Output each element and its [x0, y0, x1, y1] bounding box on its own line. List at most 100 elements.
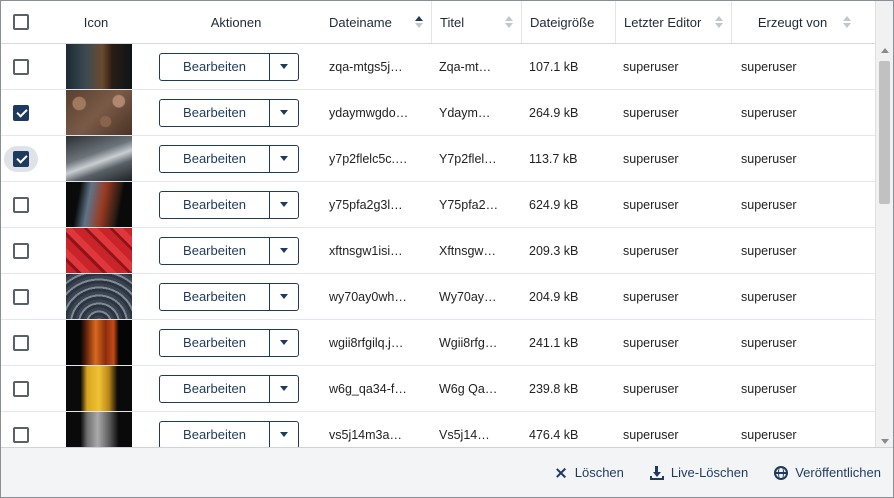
row-filesize: 241.1 kB	[521, 319, 615, 366]
header-filesize[interactable]: Dateigröße	[521, 1, 615, 44]
live-delete-button[interactable]: Live-Löschen	[649, 465, 748, 480]
row-checkbox-wrap[interactable]	[4, 100, 38, 126]
table-row[interactable]: Bearbeiten wy70ay0wh… Wy70ay… 204.9 kB s…	[1, 273, 875, 320]
row-title: Y75pfa2…	[431, 181, 521, 228]
row-select-cell[interactable]	[1, 43, 41, 90]
row-select-cell[interactable]	[1, 89, 41, 136]
table-row[interactable]: Bearbeiten w6g_qa34-f… W6g Qa… 239.8 kB …	[1, 365, 875, 412]
row-checkbox[interactable]	[13, 242, 29, 259]
asset-thumbnail[interactable]	[66, 366, 132, 411]
asset-thumbnail[interactable]	[66, 320, 132, 365]
edit-button[interactable]: Bearbeiten	[160, 421, 270, 448]
asset-thumbnail[interactable]	[66, 44, 132, 89]
row-checkbox-wrap[interactable]	[4, 238, 38, 264]
edit-split-button: Bearbeiten	[159, 374, 299, 403]
edit-split-button: Bearbeiten	[159, 98, 299, 127]
filesize-text: 241.1 kB	[529, 336, 579, 350]
row-title: Wgii8rfg…	[431, 319, 521, 366]
row-filename: wy70ay0wh…	[321, 273, 431, 320]
chevron-down-icon[interactable]	[270, 146, 298, 172]
row-created-by: superuser	[731, 181, 875, 228]
table-row[interactable]: Bearbeiten ydaymwgdo… Ydaym… 264.9 kB su…	[1, 89, 875, 136]
select-all-checkbox[interactable]	[13, 14, 29, 30]
chevron-down-icon[interactable]	[270, 238, 298, 264]
title-text: Wy70ay…	[439, 290, 497, 304]
row-select-cell[interactable]	[1, 135, 41, 182]
asset-thumbnail[interactable]	[66, 182, 132, 227]
edit-button[interactable]: Bearbeiten	[160, 375, 270, 402]
row-select-cell[interactable]	[1, 319, 41, 366]
creator-text: superuser	[741, 198, 797, 212]
edit-button[interactable]: Bearbeiten	[160, 145, 270, 172]
filename-text: y7p2flelc5c.…	[329, 152, 408, 166]
row-checkbox-wrap[interactable]	[4, 284, 38, 310]
edit-button[interactable]: Bearbeiten	[160, 191, 270, 218]
table-row[interactable]: Bearbeiten vs5j14m3a… Vs5j14… 476.4 kB s…	[1, 411, 875, 448]
row-select-cell[interactable]	[1, 181, 41, 228]
edit-button[interactable]: Bearbeiten	[160, 329, 270, 356]
asset-thumbnail[interactable]	[66, 136, 132, 181]
row-checkbox[interactable]	[13, 380, 29, 397]
edit-button[interactable]: Bearbeiten	[160, 283, 270, 310]
table-row[interactable]: Bearbeiten xftnsgw1isi… Xftnsgw… 209.3 k…	[1, 227, 875, 274]
table-row[interactable]: Bearbeiten zqa-mtgs5j… Zqa-mt… 107.1 kB …	[1, 43, 875, 90]
row-checkbox-wrap[interactable]	[4, 330, 38, 356]
row-checkbox[interactable]	[13, 288, 29, 305]
scroll-down-icon[interactable]	[881, 439, 889, 444]
row-title: Y7p2flel…	[431, 135, 521, 182]
table-row[interactable]: Bearbeiten y75pfa2g3l… Y75pfa2… 624.9 kB…	[1, 181, 875, 228]
header-last-editor[interactable]: Letzter Editor	[615, 1, 731, 44]
chevron-down-icon[interactable]	[270, 284, 298, 310]
chevron-down-icon[interactable]	[270, 422, 298, 448]
title-text: Xftnsgw…	[439, 244, 496, 258]
scrollbar-thumb[interactable]	[879, 61, 890, 204]
row-icon-cell	[41, 89, 151, 136]
asset-thumbnail[interactable]	[66, 90, 132, 135]
sort-icon[interactable]	[715, 16, 723, 28]
row-checkbox-wrap[interactable]	[4, 54, 38, 80]
row-select-cell[interactable]	[1, 273, 41, 320]
row-checkbox[interactable]	[13, 58, 29, 75]
table-row[interactable]: Bearbeiten y7p2flelc5c.… Y7p2flel… 113.7…	[1, 135, 875, 182]
row-select-cell[interactable]	[1, 411, 41, 448]
row-checkbox[interactable]	[13, 426, 29, 443]
header-select-all[interactable]	[1, 1, 41, 44]
chevron-down-icon[interactable]	[270, 330, 298, 356]
row-checkbox[interactable]	[13, 150, 29, 167]
publish-button[interactable]: Veröffentlichen	[774, 465, 881, 480]
row-checkbox-wrap[interactable]	[4, 192, 38, 218]
sort-icon[interactable]	[843, 16, 852, 28]
row-checkbox[interactable]	[13, 196, 29, 213]
row-checkbox-wrap[interactable]	[4, 422, 38, 448]
row-checkbox[interactable]	[13, 334, 29, 351]
row-select-cell[interactable]	[1, 227, 41, 274]
delete-button[interactable]: Löschen	[554, 465, 624, 480]
scroll-up-icon[interactable]	[881, 48, 889, 53]
editor-text: superuser	[623, 198, 679, 212]
vertical-scrollbar[interactable]	[875, 1, 893, 448]
table-row[interactable]: Bearbeiten wgii8rfgilq.j… Wgii8rfg… 241.…	[1, 319, 875, 366]
sort-ascending-icon[interactable]	[415, 16, 423, 28]
edit-button[interactable]: Bearbeiten	[160, 99, 270, 126]
chevron-down-icon[interactable]	[270, 54, 298, 80]
header-filename[interactable]: Dateiname	[321, 1, 431, 44]
editor-text: superuser	[623, 60, 679, 74]
row-checkbox[interactable]	[13, 104, 29, 121]
chevron-down-icon[interactable]	[270, 192, 298, 218]
header-title[interactable]: Titel	[431, 1, 521, 44]
edit-button[interactable]: Bearbeiten	[160, 53, 270, 80]
row-select-cell[interactable]	[1, 365, 41, 412]
chevron-down-icon[interactable]	[270, 376, 298, 402]
chevron-down-icon[interactable]	[270, 100, 298, 126]
row-checkbox-wrap[interactable]	[4, 145, 38, 172]
asset-thumbnail[interactable]	[66, 228, 132, 273]
edit-button[interactable]: Bearbeiten	[160, 237, 270, 264]
asset-thumbnail[interactable]	[66, 274, 132, 319]
download-icon	[649, 465, 664, 480]
asset-thumbnail[interactable]	[66, 412, 132, 448]
row-icon-cell	[41, 411, 151, 448]
row-checkbox-wrap[interactable]	[4, 376, 38, 402]
sort-icon[interactable]	[505, 16, 513, 28]
header-created-by[interactable]: Erzeugt von	[731, 1, 875, 44]
editor-text: superuser	[623, 152, 679, 166]
